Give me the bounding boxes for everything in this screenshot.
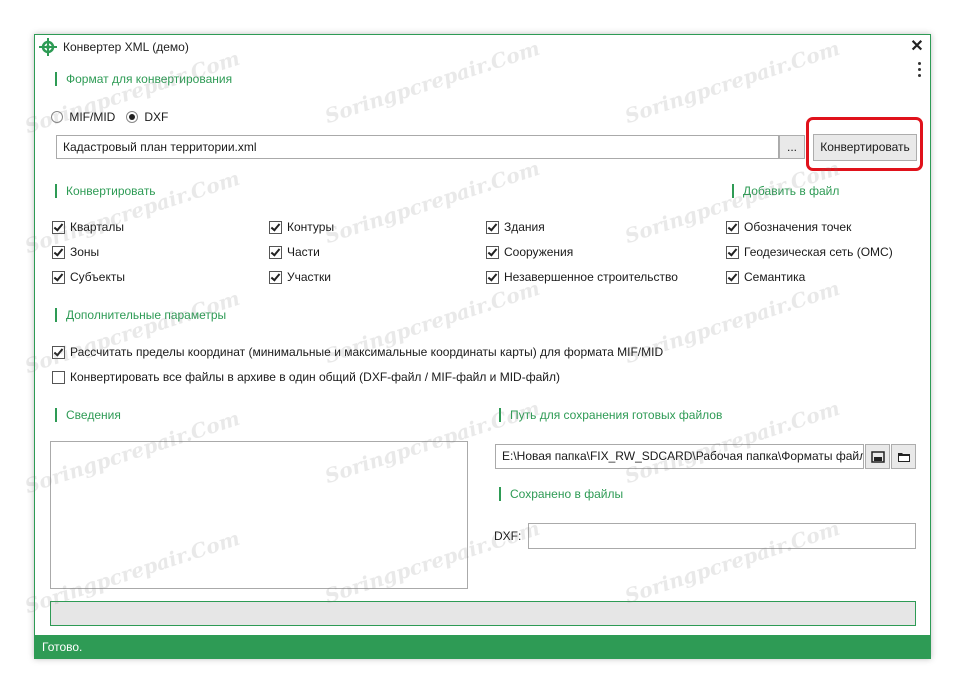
checkbox-merge-archive-label: Конвертировать все файлы в архиве в один… bbox=[70, 370, 560, 384]
source-file-field[interactable]: Кадастровый план территории.xml bbox=[56, 135, 779, 159]
title-bar: Конвертер XML (демо) ✕ bbox=[35, 35, 930, 59]
checkbox-semantika-label: Семантика bbox=[744, 270, 806, 284]
status-bar: Готово. bbox=[35, 635, 930, 659]
radio-mif-mid-label: MIF/MID bbox=[69, 109, 116, 124]
checkbox-calc-limits-label: Рассчитать пределы координат (минимальны… bbox=[70, 345, 664, 359]
app-logo-icon bbox=[39, 38, 57, 56]
checkbox-calc-limits[interactable] bbox=[52, 346, 65, 359]
checkbox-chasti[interactable] bbox=[269, 246, 282, 259]
radio-dxf[interactable]: DXF bbox=[126, 109, 168, 124]
folder-save-icon bbox=[870, 451, 885, 463]
checkbox-zdaniya[interactable] bbox=[486, 221, 499, 234]
convert-button[interactable]: Конвертировать bbox=[813, 134, 917, 161]
progress-bar bbox=[50, 601, 916, 626]
info-section-title: Сведения bbox=[55, 408, 121, 422]
checkbox-nezavershennoe[interactable] bbox=[486, 271, 499, 284]
checkbox-zdaniya-label: Здания bbox=[504, 220, 545, 234]
checkbox-kontury[interactable] bbox=[269, 221, 282, 234]
window-title: Конвертер XML (демо) bbox=[63, 40, 189, 54]
checkbox-nezavershennoe-label: Незавершенное строительство bbox=[504, 270, 678, 284]
status-text: Готово. bbox=[42, 640, 83, 654]
open-folder-button[interactable] bbox=[891, 444, 916, 469]
checkbox-oboznacheniya[interactable] bbox=[726, 221, 739, 234]
browse-button[interactable]: ... bbox=[779, 135, 805, 159]
save-path-field[interactable]: E:\Новая папка\FIX_RW_SDCARD\Рабочая пап… bbox=[495, 444, 864, 469]
extra-params-section-title: Дополнительные параметры bbox=[55, 308, 226, 322]
info-textarea[interactable] bbox=[50, 441, 468, 589]
checkbox-sooruzheniya-label: Сооружения bbox=[504, 245, 574, 259]
checkbox-subjekty-label: Субъекты bbox=[70, 270, 125, 284]
checkbox-semantika[interactable] bbox=[726, 271, 739, 284]
dxf-output-field[interactable] bbox=[528, 523, 916, 549]
saved-section-title: Сохранено в файлы bbox=[499, 487, 623, 501]
format-section-title: Формат для конвертирования bbox=[55, 72, 232, 86]
save-path-section-title: Путь для сохранения готовых файлов bbox=[499, 408, 722, 422]
folder-open-icon bbox=[897, 453, 910, 462]
checkbox-uchastki-label: Участки bbox=[287, 270, 331, 284]
checkbox-zony-label: Зоны bbox=[70, 245, 100, 259]
checkbox-merge-archive[interactable] bbox=[52, 371, 65, 384]
checkbox-subjekty[interactable] bbox=[52, 271, 65, 284]
checkbox-chasti-label: Части bbox=[287, 245, 320, 259]
checkbox-oboznacheniya-label: Обозначения точек bbox=[744, 220, 852, 234]
checkbox-kvartaly-label: Кварталы bbox=[70, 220, 124, 234]
radio-dxf-label: DXF bbox=[144, 109, 169, 124]
checkbox-geodezicheskaya-label: Геодезическая сеть (ОМС) bbox=[744, 245, 893, 259]
checkbox-uchastki[interactable] bbox=[269, 271, 282, 284]
radio-mif-mid[interactable]: MIF/MID bbox=[51, 109, 115, 124]
checkbox-geodezicheskaya[interactable] bbox=[726, 246, 739, 259]
add-to-file-section-title: Добавить в файл bbox=[732, 184, 839, 198]
radio-mif-mid-indicator[interactable] bbox=[51, 110, 63, 123]
checkbox-zony[interactable] bbox=[52, 246, 65, 259]
save-path-browse-button[interactable] bbox=[865, 444, 890, 469]
checkbox-kontury-label: Контуры bbox=[287, 220, 335, 234]
more-options-icon[interactable] bbox=[915, 62, 923, 84]
checkbox-sooruzheniya[interactable] bbox=[486, 246, 499, 259]
convert-section-title: Конвертировать bbox=[55, 184, 156, 198]
close-icon[interactable]: ✕ bbox=[908, 38, 926, 56]
dxf-output-label: DXF: bbox=[494, 529, 522, 543]
radio-dxf-indicator[interactable] bbox=[126, 110, 138, 123]
checkbox-kvartaly[interactable] bbox=[52, 221, 65, 234]
app-window: Конвертер XML (демо) ✕ Формат для конвер… bbox=[34, 34, 931, 659]
